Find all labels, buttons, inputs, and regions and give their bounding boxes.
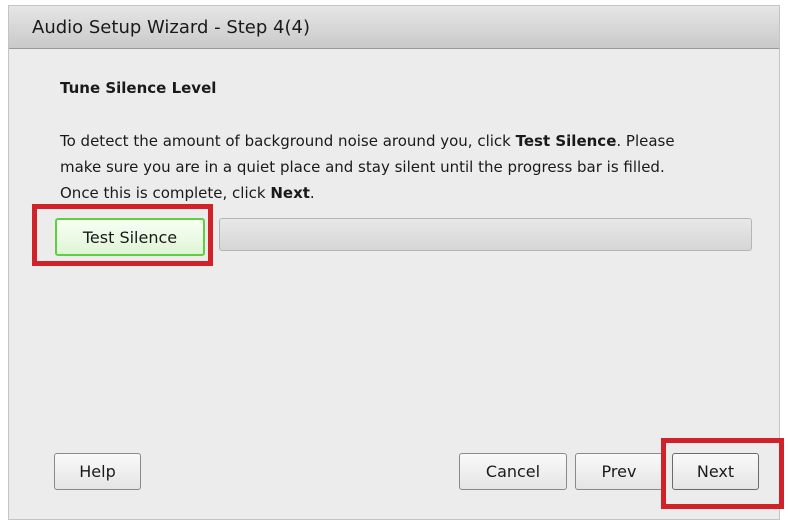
prev-button[interactable]: Prev (575, 453, 663, 490)
wizard-window: Audio Setup Wizard - Step 4(4) Tune Sile… (8, 5, 784, 520)
window-title: Audio Setup Wizard - Step 4(4) (32, 17, 310, 38)
instructions-line-1: To detect the amount of background noise… (60, 128, 760, 154)
title-bar: Audio Setup Wizard - Step 4(4) (9, 6, 779, 49)
instructions-next-emphasis: Next (270, 184, 310, 202)
next-button[interactable]: Next (672, 453, 759, 490)
test-silence-button[interactable]: Test Silence (55, 218, 205, 256)
help-button[interactable]: Help (54, 453, 141, 490)
instructions-line-3-end: . (309, 184, 315, 202)
instructions-line-1-end: . Please (616, 132, 675, 150)
instructions-line-1-start: To detect the amount of background noise… (60, 132, 516, 150)
instructions-line-3: Once this is complete, click Next. (60, 180, 760, 206)
silence-progress-bar (219, 218, 752, 251)
section-title: Tune Silence Level (60, 79, 217, 97)
cancel-button[interactable]: Cancel (459, 453, 567, 490)
instructions-test-silence-emphasis: Test Silence (515, 132, 617, 150)
instructions-line-2: make sure you are in a quiet place and s… (60, 158, 665, 176)
instructions-text: To detect the amount of background noise… (60, 128, 760, 206)
instructions-line-3-start: Once this is complete, click (60, 184, 271, 202)
